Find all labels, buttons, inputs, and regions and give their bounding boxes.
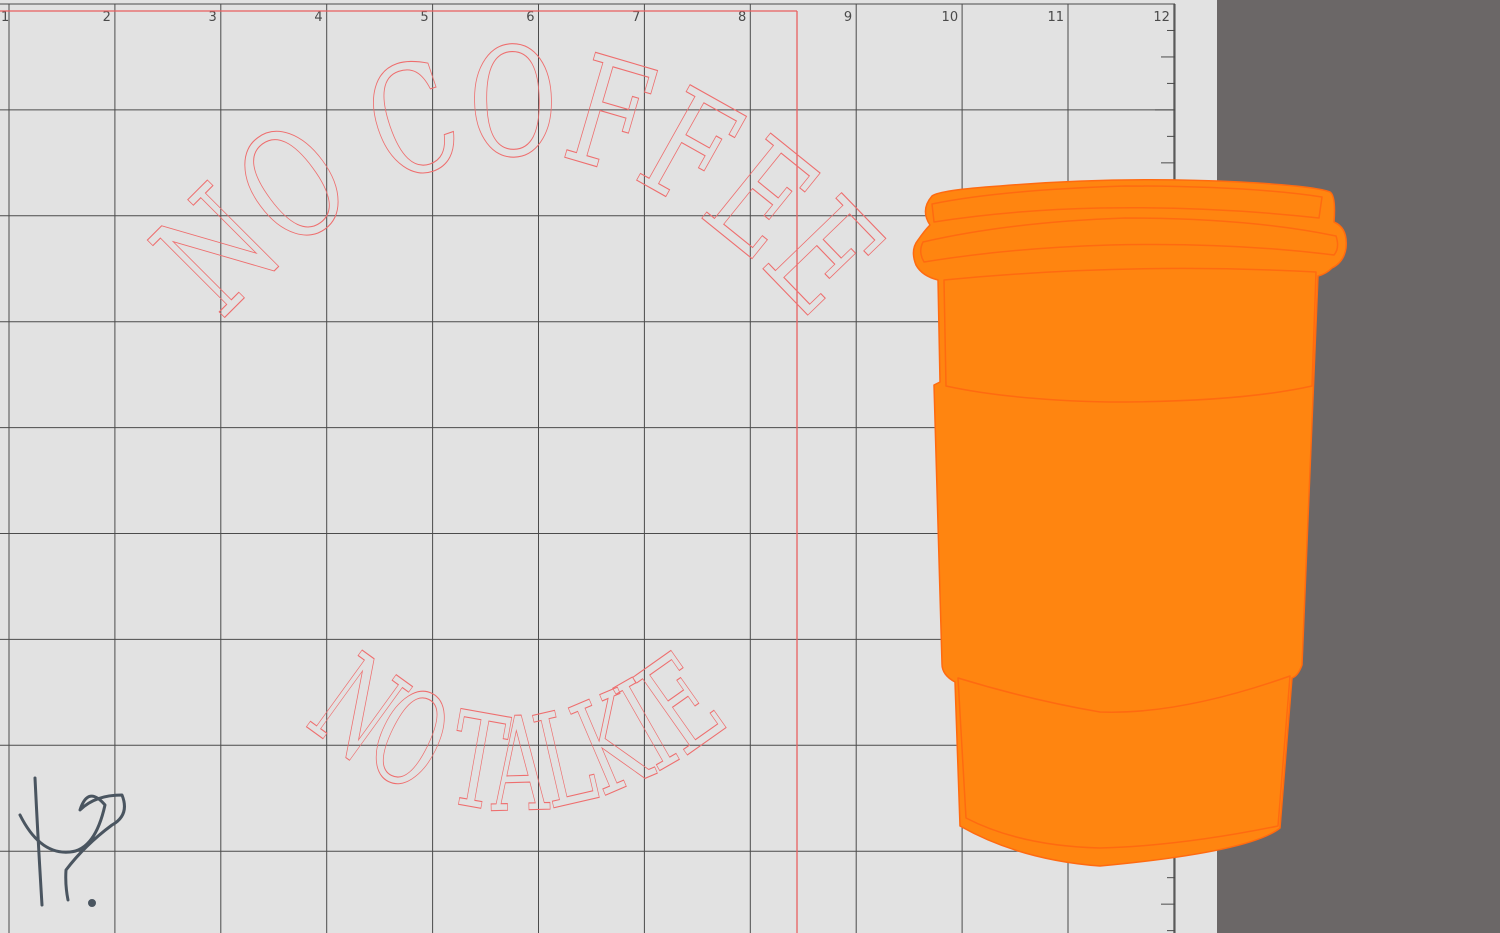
design-canvas[interactable]: 1 2 3 4 5 6 7 8 9 10 11 12 NO COFFEE NO TALKIE [0,0,1500,933]
ruler-number: 2 [103,10,111,25]
ruler-number: 4 [314,10,322,25]
ruler-number: 10 [942,10,959,25]
coffee-cup-icon[interactable] [912,179,1347,867]
ruler-number: 1 [1,10,9,25]
ruler-number: 8 [738,10,746,25]
ruler-number: 9 [844,10,852,25]
ruler-number: 11 [1047,10,1064,25]
ruler-number: 12 [1153,10,1170,25]
ruler-number: 3 [209,10,217,25]
ruler-number: 5 [420,10,428,25]
ruler-number: 7 [632,10,640,25]
